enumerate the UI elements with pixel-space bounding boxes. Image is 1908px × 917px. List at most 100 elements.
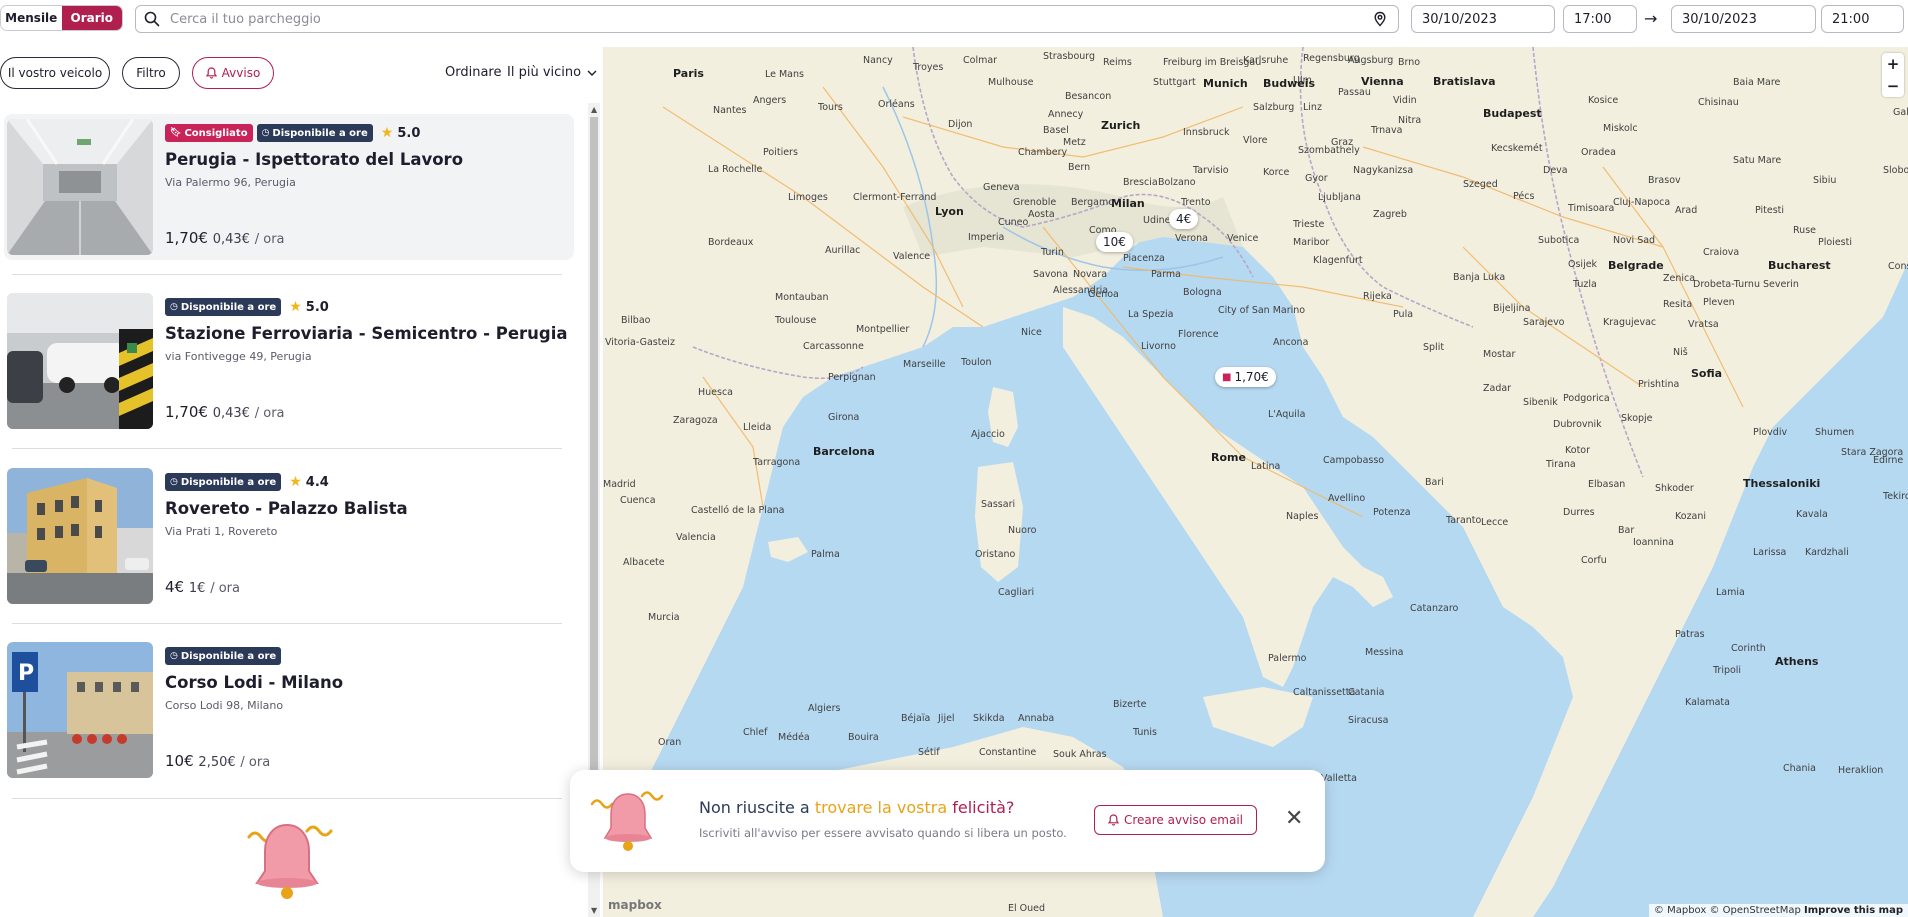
- sort-dropdown[interactable]: Il più vicino: [507, 65, 597, 80]
- map-city-label: Kozani: [1675, 511, 1707, 522]
- map-city-label: Toulouse: [775, 315, 817, 326]
- map-city-label: Jijel: [938, 713, 955, 724]
- filter-button[interactable]: Filtro: [122, 57, 180, 89]
- map-city-label: Sassari: [981, 499, 1016, 510]
- map-city-label: Vitoria-Gasteiz: [605, 337, 675, 348]
- create-email-alert-button[interactable]: Creare avviso email: [1094, 805, 1257, 835]
- parking-title[interactable]: Perugia - Ispettorato del Lavoro: [165, 150, 463, 169]
- parking-address: via Fontivegge 49, Perugia: [165, 350, 312, 363]
- star-icon: ★: [289, 299, 302, 315]
- map-city-label: Besancon: [1065, 91, 1112, 102]
- parking-card[interactable]: P ◷ Disponibile a ore Corso Lodi - Milan…: [4, 637, 574, 783]
- map-city-label: Avellino: [1328, 493, 1366, 504]
- hourly-badge-label: Disponibile a ore: [180, 476, 277, 488]
- map-city-label: Vlore: [1243, 135, 1268, 146]
- map-city-label: Niš: [1673, 347, 1688, 358]
- toggle-hourly[interactable]: Orario: [61, 6, 122, 30]
- rating: ★ 4.4: [289, 474, 329, 490]
- clock-icon: ◷: [170, 651, 178, 661]
- parking-card[interactable]: ◷ Disponibile a ore ★ 4.4 Rovereto - Pal…: [4, 463, 574, 609]
- map-city-label: Maribor: [1293, 237, 1330, 248]
- zoom-out-button[interactable]: −: [1882, 75, 1904, 97]
- map-city-label: Lleida: [743, 422, 772, 433]
- location-pin-icon[interactable]: [1372, 11, 1388, 27]
- scroll-down-icon[interactable]: ▼: [591, 906, 597, 915]
- parking-card[interactable]: ◷ Disponibile a ore ★ 5.0 Stazione Ferro…: [4, 288, 574, 434]
- map-city-label: Livorno: [1141, 341, 1176, 352]
- map-price-marker[interactable]: 4€: [1169, 209, 1199, 229]
- map-city-label: Szeged: [1463, 179, 1498, 190]
- map-city-label: Kalamata: [1685, 697, 1730, 708]
- map-city-label: Médéa: [778, 732, 810, 743]
- start-time-field[interactable]: 17:00: [1563, 5, 1637, 33]
- vehicle-filter-button[interactable]: Il vostro veicolo: [0, 57, 110, 89]
- map-city-label: Orléans: [878, 99, 915, 110]
- map-city-label: Corinth: [1731, 643, 1766, 654]
- scrollbar-thumb[interactable]: [590, 117, 598, 787]
- parking-card[interactable]: 🔖︎ Consigliato ◷ Disponibile a ore ★ 5.0…: [4, 114, 574, 260]
- map-city-label: Lamia: [1716, 587, 1745, 598]
- bell-icon: [1107, 814, 1119, 826]
- map-city-label: Trento: [1181, 197, 1211, 208]
- map-city-label: Dubrovnik: [1553, 419, 1602, 430]
- map-city-label: Toulon: [961, 357, 992, 368]
- map-city-label: Munich: [1203, 77, 1248, 90]
- bell-icon: [205, 67, 217, 79]
- scroll-up-icon[interactable]: ▲: [591, 105, 597, 114]
- mapbox-logo[interactable]: mapbox: [608, 898, 662, 912]
- zoom-in-button[interactable]: +: [1882, 53, 1904, 75]
- map-city-label: Bordeaux: [708, 237, 754, 248]
- end-date-field[interactable]: 30/10/2023: [1671, 5, 1816, 33]
- map-city-label: Tunis: [1133, 727, 1157, 738]
- map-city-label: Innsbruck: [1183, 127, 1230, 138]
- map-city-label: Castelló de la Plana: [691, 505, 785, 516]
- parking-title[interactable]: Corso Lodi - Milano: [165, 673, 343, 692]
- map-city-label: Siracusa: [1348, 715, 1389, 726]
- total-price: 1,70€: [165, 229, 208, 247]
- map-city-label: Novara: [1073, 269, 1108, 280]
- map-city-label: Caltanissetta: [1293, 687, 1356, 698]
- attribution-text[interactable]: © Mapbox © OpenStreetMap: [1654, 905, 1801, 916]
- parking-title[interactable]: Rovereto - Palazzo Balista: [165, 499, 408, 518]
- search-input[interactable]: Cerca il tuo parcheggio: [170, 12, 1372, 27]
- map-city-label: Montauban: [775, 292, 829, 303]
- map-city-label: Zenica: [1663, 273, 1696, 284]
- marker-price: 4€: [1176, 212, 1192, 226]
- map-city-label: Zagreb: [1373, 209, 1407, 220]
- end-time-field[interactable]: 21:00: [1821, 5, 1904, 33]
- improve-map-link[interactable]: Improve this map: [1804, 905, 1903, 916]
- parking-photo: P: [7, 642, 153, 778]
- map-city-label: Miskolc: [1603, 123, 1638, 134]
- map-city-label: Cuneo: [998, 217, 1029, 228]
- booking-type-toggle[interactable]: Mensile Orario: [0, 5, 123, 31]
- rating-value: 5.0: [305, 299, 329, 315]
- star-icon: ★: [380, 125, 394, 141]
- map-city-label: Montpellier: [856, 324, 910, 335]
- alert-button[interactable]: Avviso: [192, 57, 274, 89]
- map-city-label: Timisoara: [1568, 203, 1615, 214]
- map-city-label: Drobeta-Turnu Severin: [1693, 279, 1799, 290]
- map-city-label: Annaba: [1018, 713, 1055, 724]
- map-city-label: Nagykanizsa: [1353, 165, 1414, 176]
- map-city-label: Chania: [1783, 763, 1816, 774]
- recommended-badge: 🔖︎ Consigliato: [165, 124, 253, 142]
- map-city-label: Rijeka: [1363, 291, 1392, 302]
- parking-title[interactable]: Stazione Ferroviaria - Semicentro - Peru…: [165, 324, 568, 343]
- map-city-label: Palma: [811, 549, 840, 560]
- map-city-label: Naples: [1286, 511, 1319, 522]
- start-date-field[interactable]: 30/10/2023: [1411, 5, 1555, 33]
- map-city-label: Valencia: [676, 532, 716, 543]
- close-icon[interactable]: ✕: [1285, 806, 1303, 831]
- search-bar[interactable]: Cerca il tuo parcheggio: [135, 5, 1399, 33]
- map-price-marker[interactable]: 10€: [1096, 232, 1133, 252]
- divider: [12, 623, 562, 624]
- map-city-label: Bouira: [848, 732, 879, 743]
- map-price-marker-selected[interactable]: ■ 1,70€: [1215, 367, 1276, 387]
- toggle-monthly[interactable]: Mensile: [1, 6, 62, 30]
- divider: [12, 798, 562, 799]
- map-city-label: Kavala: [1796, 509, 1828, 520]
- map-city-label: Verona: [1175, 233, 1208, 244]
- map-city-label: Elbasan: [1588, 479, 1626, 490]
- parking-price: 1,70€ 0,43€ / ora: [165, 229, 285, 247]
- map-city-label: Bern: [1068, 162, 1091, 173]
